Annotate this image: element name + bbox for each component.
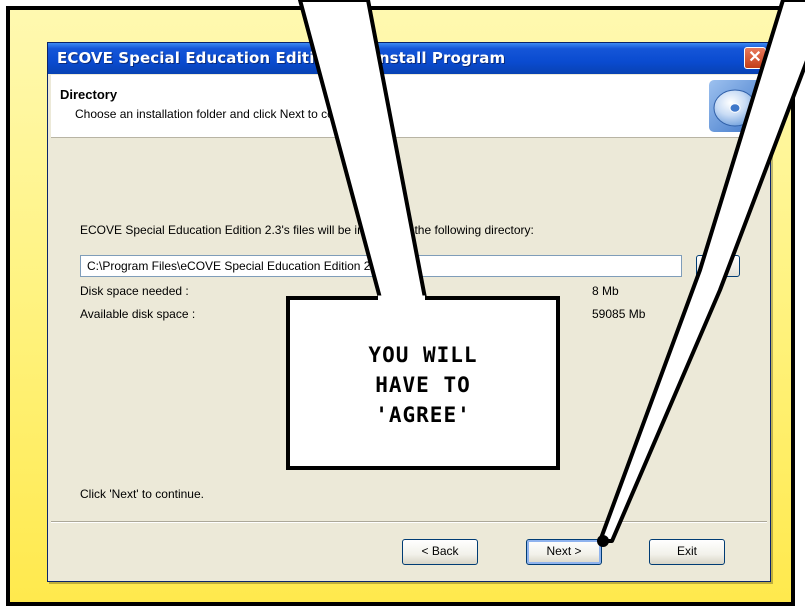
window-title: ECOVE Special Education Edition 2.3 Inst… xyxy=(57,49,506,67)
callout-caption: YOU WILL HAVE TO 'AGREE' xyxy=(290,302,556,468)
next-button[interactable]: Next > xyxy=(526,539,602,565)
disk-available-value: 59085 Mb xyxy=(592,307,646,321)
title-bar[interactable]: ECOVE Special Education Edition 2.3 Inst… xyxy=(48,43,770,74)
step-title: Directory xyxy=(60,87,118,102)
button-separator xyxy=(51,521,767,523)
disk-needed-value: 8 Mb xyxy=(592,284,619,298)
exit-button[interactable]: Exit xyxy=(649,539,725,565)
browse-button[interactable]: ... xyxy=(696,255,740,277)
continue-instruction: Click 'Next' to continue. xyxy=(80,487,204,501)
close-icon: ✕ xyxy=(748,49,762,66)
disk-available-label: Available disk space : xyxy=(80,307,196,321)
disk-needed-label: Disk space needed : xyxy=(80,284,189,298)
back-button[interactable]: < Back xyxy=(402,539,478,565)
install-directory-text: ECOVE Special Education Edition 2.3's fi… xyxy=(80,223,534,237)
callout-text: YOU WILL HAVE TO 'AGREE' xyxy=(368,343,478,427)
close-button[interactable]: ✕ xyxy=(744,47,766,69)
install-path-field[interactable]: C:\Program Files\eCOVE Special Education… xyxy=(80,255,682,277)
step-subtitle: Choose an installation folder and click … xyxy=(75,107,370,121)
wizard-header: Directory Choose an installation folder … xyxy=(51,75,767,138)
cd-icon xyxy=(709,80,761,132)
